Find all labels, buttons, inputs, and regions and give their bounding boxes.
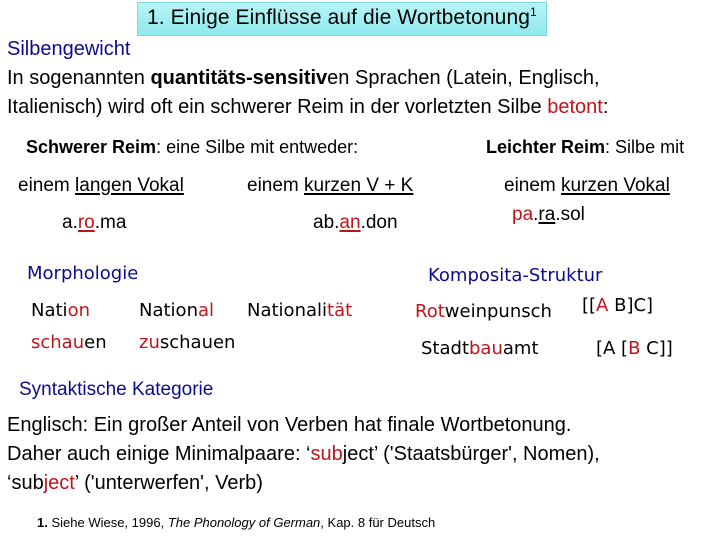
underlined-term: kurzen V + K (304, 175, 414, 196)
text: [A [ (596, 338, 629, 359)
kurzer-vk-label: einem kurzen V + K (247, 175, 413, 197)
stressed-constituent: B (628, 338, 641, 359)
stressed-part: bau (469, 338, 503, 359)
heading-morphologie: Morphologie (27, 263, 139, 284)
morph-nationalitaet: Nationalität (247, 300, 352, 321)
text: amt (502, 338, 539, 359)
bracket-structure-1: [[A B]C] (582, 295, 653, 316)
stressed-part: Rot (415, 301, 445, 322)
text: .sol (555, 204, 585, 225)
book-title: The Phonology of German (167, 515, 321, 530)
stressed-part: zu (139, 332, 160, 353)
stressed-part: al (197, 300, 215, 321)
kurzer-vokal-label: einem kurzen Vokal (504, 175, 670, 197)
text: ‘sub (7, 472, 44, 494)
bracket-structure-2: [A [B C]] (596, 338, 673, 359)
text: In sogenannten (7, 67, 151, 89)
example-aroma: a.ro.ma (62, 212, 126, 234)
text: Italienisch) wird oft ein schwerer Reim … (7, 96, 548, 118)
text: en Sprachen (Latein, Englisch, (327, 67, 600, 89)
text: C]] (640, 338, 673, 359)
footnote-number: 1. (37, 515, 48, 530)
bold-term: quantitäts-sensitiv (150, 67, 328, 89)
text: einem (504, 175, 562, 196)
label-rest: : eine Silbe mit entweder: (156, 137, 359, 157)
footnote: 1. Siehe Wiese, 1996, The Phonology of G… (37, 515, 435, 530)
stressed-part: tät (327, 300, 353, 321)
text: ject’ ('Staatsbürger', Nomen), (342, 443, 600, 465)
text: .ma (94, 212, 127, 233)
text: Nati (31, 300, 68, 321)
stressed-syllable: ro (77, 212, 95, 233)
text: , Kap. 8 für Deutsch (320, 515, 436, 530)
example-parasol: pa.ra.sol (512, 204, 585, 226)
morph-schauen: schauen (31, 332, 107, 353)
stressed-part: on (67, 300, 90, 321)
intro-line-2: Italienisch) wird oft ein schwerer Reim … (7, 96, 608, 119)
underlined-term: langen Vokal (75, 175, 184, 196)
text: en (84, 332, 107, 353)
text: einem (18, 175, 76, 196)
text: B]C] (608, 295, 654, 316)
stressed-syllable: pa (512, 204, 534, 225)
title-text: 1. Einige Einflüsse auf die Wortbetonung (147, 6, 531, 29)
label-bold: Leichter Reim (486, 137, 606, 157)
stressed-syllable: sub (310, 443, 343, 465)
stressed-part: schau (31, 332, 85, 353)
komposita-stadtbauamt: Stadtbauamt (421, 338, 539, 359)
heading-silbengewicht: Silbengewicht (7, 38, 131, 60)
schwerer-reim-label: Schwerer Reim: eine Silbe mit entweder: (26, 137, 358, 158)
morph-zuschauen: zuschauen (139, 332, 235, 353)
morph-national: National (139, 300, 214, 321)
stressed-syllable: ject (43, 472, 75, 494)
komposita-rotweinpunsch: Rotweinpunsch (415, 301, 552, 322)
text: .don (360, 212, 398, 233)
heading-syntaktische-kategorie: Syntaktische Kategorie (19, 379, 214, 400)
syntax-line-2: Daher auch einige Minimalpaare: ‘subject… (7, 443, 600, 466)
stressed-word: betont (547, 96, 603, 118)
text: Siehe Wiese, 1996, (47, 515, 168, 530)
text: a. (62, 212, 78, 233)
text: einem (247, 175, 305, 196)
text: schauen (159, 332, 236, 353)
footnote-mark: 1 (530, 5, 537, 19)
text: ab. (313, 212, 340, 233)
text: [[ (582, 295, 597, 316)
slide-title: 1. Einige Einflüsse auf die Wortbetonung… (147, 5, 537, 30)
text: ’ ('unterwerfen', Verb) (74, 472, 263, 494)
heading-komposita: Komposita-Struktur (428, 265, 603, 286)
morph-nation: Nation (31, 300, 90, 321)
stressed-syllable: an (339, 212, 361, 233)
label-bold: Schwerer Reim (26, 137, 157, 157)
stressed-constituent: A (596, 295, 609, 316)
intro-line-1: In sogenannten quantitäts-sensitiven Spr… (7, 67, 600, 90)
syntax-line-1: Englisch: Ein großer Anteil von Verben h… (7, 414, 572, 436)
leichter-reim-label: Leichter Reim: Silbe mit (486, 137, 684, 158)
text: Nationali (247, 300, 328, 321)
label-rest: : Silbe mit (605, 137, 685, 157)
text: weinpunsch (444, 301, 552, 322)
syntax-line-3: ‘subject’ ('unterwerfen', Verb) (7, 472, 263, 495)
example-abandon: ab.an.don (313, 212, 398, 234)
text: : (602, 96, 609, 118)
underlined-term: kurzen Vokal (561, 175, 670, 196)
penult-syllable: ra (538, 204, 556, 225)
langer-vokal-label: einem langen Vokal (18, 175, 184, 197)
text: Daher auch einige Minimalpaare: ‘ (7, 443, 311, 465)
text: Nation (139, 300, 198, 321)
text: Stadt (421, 338, 469, 359)
